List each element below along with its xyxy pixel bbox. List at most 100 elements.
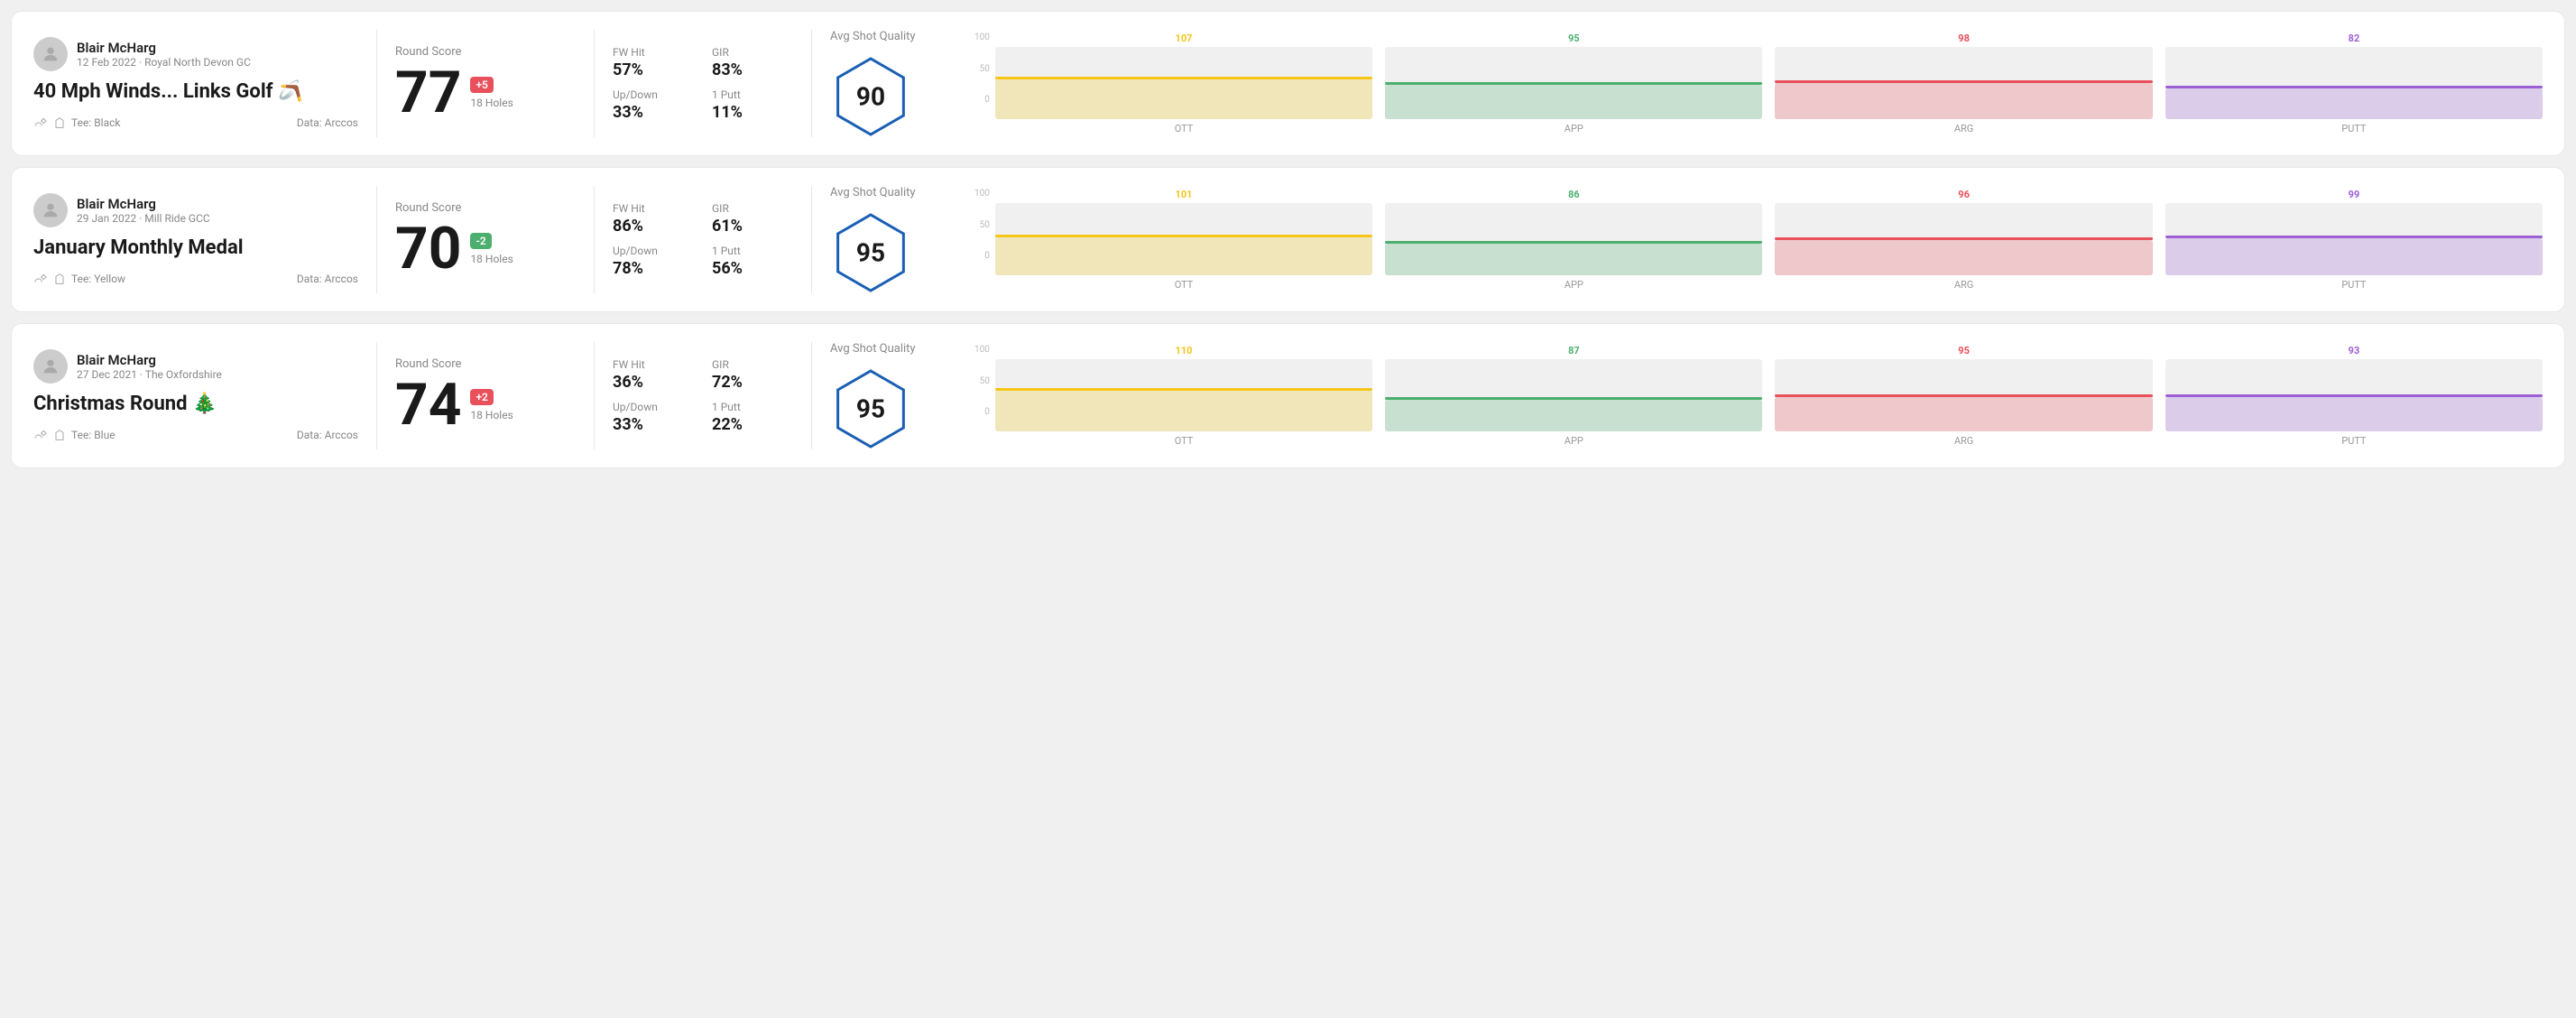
shot-quality-section: Avg Shot Quality 95 <box>830 342 974 449</box>
updown-value: 33% <box>613 415 694 434</box>
fw-hit-label: FW Hit <box>613 202 694 215</box>
hexagon: 95 <box>830 368 911 449</box>
player-date: 12 Feb 2022 · Royal North Devon GC <box>77 56 251 69</box>
round-score-label: Round Score <box>395 357 576 371</box>
avatar <box>33 193 68 227</box>
chart-bar-fill <box>2165 88 2543 119</box>
chart-bar-area <box>995 203 1372 275</box>
chart-value-ott: 101 <box>1176 189 1193 200</box>
hex-score: 95 <box>856 394 885 424</box>
updown-label: Up/Down <box>613 245 694 257</box>
chart-bar-fill <box>995 79 1372 119</box>
fw-hit-stat: FW Hit 57% <box>613 46 694 79</box>
chart-xlabel: APP <box>1565 279 1583 291</box>
divider-2 <box>594 30 595 137</box>
score-details: -2 18 Holes <box>470 233 512 265</box>
data-source: Data: Arccos <box>297 273 358 285</box>
updown-value: 78% <box>613 259 694 278</box>
chart-bar-line <box>1385 241 1762 244</box>
chart-bars-container: 101 OTT 86 APP 96 <box>992 189 2543 291</box>
stats-section: FW Hit 86% GIR 61% Up/Down 78% 1 Putt 56… <box>613 202 793 278</box>
chart-bars-container: 107 OTT 95 APP 98 <box>992 32 2543 134</box>
chart-xlabel: PUTT <box>2341 279 2366 291</box>
gir-label: GIR <box>712 202 793 215</box>
chart-bar-line <box>1775 80 2152 83</box>
score-main: 70 -2 18 Holes <box>395 220 576 278</box>
chart-bar-line <box>2165 394 2543 397</box>
updown-stat: Up/Down 78% <box>613 245 694 278</box>
tee-label: Tee: Yellow <box>71 273 125 285</box>
chart-bar-line <box>995 77 1372 79</box>
gir-label: GIR <box>712 358 793 371</box>
hex-score: 95 <box>856 238 885 268</box>
chart-bar-line <box>1385 397 1762 400</box>
gir-label: GIR <box>712 46 793 59</box>
chart-xlabel: ARG <box>1954 279 1973 291</box>
chart-column-ott: 107 OTT <box>995 32 1372 134</box>
chart-bar-fill <box>1385 400 1762 431</box>
score-number: 77 <box>395 64 461 122</box>
chart-axis: 100 50 0 <box>974 189 990 261</box>
updown-label: Up/Down <box>613 401 694 413</box>
chart-inner: 100 50 0 101 OTT 86 <box>974 189 2543 291</box>
bag-icon <box>52 272 67 286</box>
chart-value-putt: 82 <box>2349 32 2360 44</box>
hexagon: 90 <box>830 56 911 137</box>
chart-value-app: 86 <box>1568 189 1580 200</box>
axis-mid: 50 <box>980 376 990 386</box>
axis-mid: 50 <box>980 220 990 230</box>
weather-icon <box>33 272 48 286</box>
fw-hit-label: FW Hit <box>613 358 694 371</box>
chart-bar-fill <box>1775 397 2152 431</box>
axis-top: 100 <box>974 32 990 42</box>
chart-section: 100 50 0 101 OTT 86 <box>974 189 2543 291</box>
shot-quality-section: Avg Shot Quality 90 <box>830 30 974 137</box>
chart-axis: 100 50 0 <box>974 345 990 417</box>
chart-bar-line <box>2165 86 2543 88</box>
chart-xlabel: PUTT <box>2341 435 2366 447</box>
player-name: Blair McHarg <box>77 196 210 212</box>
fw-hit-value: 57% <box>613 60 694 79</box>
player-date: 27 Dec 2021 · The Oxfordshire <box>77 368 222 381</box>
avg-shot-label: Avg Shot Quality <box>830 342 916 356</box>
divider-1 <box>376 186 377 293</box>
chart-axis: 100 50 0 <box>974 32 990 105</box>
score-badge: -2 <box>470 233 491 249</box>
putt1-value: 11% <box>712 103 793 122</box>
gir-stat: GIR 83% <box>712 46 793 79</box>
player-header: Blair McHarg 27 Dec 2021 · The Oxfordshi… <box>33 349 358 384</box>
divider-1 <box>376 30 377 137</box>
score-section: Round Score 70 -2 18 Holes <box>395 201 576 278</box>
chart-column-app: 87 APP <box>1385 345 1762 447</box>
score-number: 70 <box>395 220 461 278</box>
chart-bar-area <box>1385 203 1762 275</box>
divider-3 <box>811 30 812 137</box>
score-badge: +2 <box>470 389 493 405</box>
chart-bar-area <box>995 359 1372 431</box>
updown-value: 33% <box>613 103 694 122</box>
hexagon-container: 95 <box>830 212 911 293</box>
chart-bar-line <box>995 235 1372 237</box>
holes-label: 18 Holes <box>470 409 512 421</box>
score-number: 74 <box>395 376 461 434</box>
avatar <box>33 37 68 71</box>
chart-xlabel: ARG <box>1954 123 1973 134</box>
chart-inner: 100 50 0 110 OTT 87 <box>974 345 2543 447</box>
axis-mid: 50 <box>980 64 990 74</box>
fw-hit-value: 86% <box>613 217 694 236</box>
data-source: Data: Arccos <box>297 429 358 441</box>
chart-xlabel: OTT <box>1175 123 1194 134</box>
chart-bar-fill <box>2165 238 2543 275</box>
chart-bar-area <box>2165 203 2543 275</box>
shot-quality-section: Avg Shot Quality 95 <box>830 186 974 293</box>
chart-column-putt: 99 PUTT <box>2165 189 2543 291</box>
divider-2 <box>594 342 595 449</box>
chart-xlabel: OTT <box>1175 279 1194 291</box>
chart-value-arg: 96 <box>1958 189 1970 200</box>
stats-section: FW Hit 36% GIR 72% Up/Down 33% 1 Putt 22… <box>613 358 793 434</box>
chart-bar-fill <box>1775 240 2152 275</box>
chart-value-arg: 98 <box>1958 32 1970 44</box>
chart-bar-line <box>1385 82 1762 85</box>
putt1-stat: 1 Putt 11% <box>712 88 793 122</box>
score-section: Round Score 77 +5 18 Holes <box>395 45 576 122</box>
